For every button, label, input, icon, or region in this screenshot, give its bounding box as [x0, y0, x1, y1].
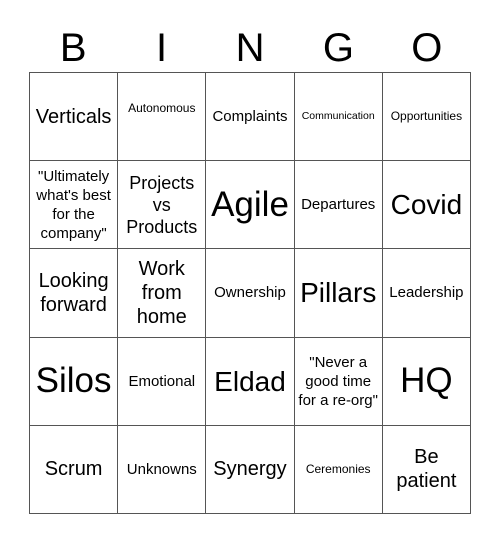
bingo-cell[interactable]: HQ [382, 337, 471, 426]
cell-text: Agile [211, 184, 289, 224]
bingo-header: B I N G O [29, 24, 471, 72]
header-letter-o: O [411, 26, 443, 70]
bingo-cell[interactable]: Communication [294, 73, 383, 162]
bingo-cell[interactable]: Complaints [206, 73, 295, 162]
cell-text: Looking forward [38, 269, 109, 316]
cell-text: Scrum [44, 458, 103, 481]
cell-text: Projects vs Products [126, 172, 198, 237]
header-letter-i: I [156, 26, 168, 70]
cell-text: Covid [390, 189, 463, 221]
cell-text: Verticals [35, 105, 112, 128]
bingo-cell[interactable]: Autonomous [118, 73, 207, 162]
cell-text: Be patient [396, 446, 457, 493]
bingo-cell[interactable]: Unknowns [118, 425, 207, 514]
header-letter-b: B [59, 26, 87, 70]
cell-text: Ceremonies [305, 461, 371, 476]
bingo-cell[interactable]: Agile [206, 161, 295, 250]
cell-text: HQ [400, 361, 453, 401]
bingo-cell[interactable]: Emotional [118, 337, 207, 426]
bingo-cell[interactable]: Departures [294, 161, 383, 250]
cell-text: Synergy [213, 458, 287, 481]
bingo-cell[interactable]: Ownership [206, 249, 295, 338]
cell-text: Communication [301, 110, 375, 123]
bingo-cell[interactable]: Pillars [294, 249, 383, 338]
cell-text: Departures [301, 196, 376, 214]
header-letter-g: G [322, 26, 354, 70]
cell-text: Complaints [212, 108, 288, 126]
cell-text: "Ultimately what's best for the company" [36, 167, 111, 242]
cell-text: Emotional [128, 372, 196, 390]
bingo-cell[interactable]: Eldad [206, 337, 295, 426]
bingo-cell[interactable]: Leadership [382, 249, 471, 338]
cell-text: Work from home [136, 257, 187, 328]
bingo-cell[interactable]: Silos [30, 337, 119, 426]
bingo-cell[interactable]: Synergy [206, 425, 295, 514]
cell-text: Unknowns [126, 460, 197, 478]
cell-text: Ownership [214, 284, 286, 302]
header-letter-n: N [235, 26, 265, 70]
bingo-cell[interactable]: Ceremonies [294, 425, 383, 514]
bingo-cell[interactable]: Verticals [30, 73, 119, 162]
cell-text: "Never a good time for a re-org" [298, 353, 378, 409]
bingo-cell[interactable]: Be patient [382, 425, 471, 514]
cell-text: Leadership [389, 284, 464, 302]
cell-text: Opportunities [390, 109, 463, 124]
bingo-cell[interactable]: "Never a good time for a re-org" [294, 337, 383, 426]
bingo-card: Verticals Autonomous Complaints Communic… [29, 72, 471, 514]
bingo-cell[interactable]: Projects vs Products [118, 161, 207, 250]
cell-text: Silos [35, 361, 112, 401]
bingo-cell[interactable]: Scrum [30, 425, 119, 514]
cell-text: Pillars [300, 277, 377, 309]
bingo-cell[interactable]: Work from home [118, 249, 207, 338]
bingo-cell[interactable]: "Ultimately what's best for the company" [30, 161, 119, 250]
cell-text: Eldad [214, 365, 286, 397]
cell-text: Autonomous [128, 101, 196, 115]
bingo-cell[interactable]: Opportunities [382, 73, 471, 162]
bingo-cell[interactable]: Covid [382, 161, 471, 250]
bingo-cell[interactable]: Looking forward [30, 249, 119, 338]
